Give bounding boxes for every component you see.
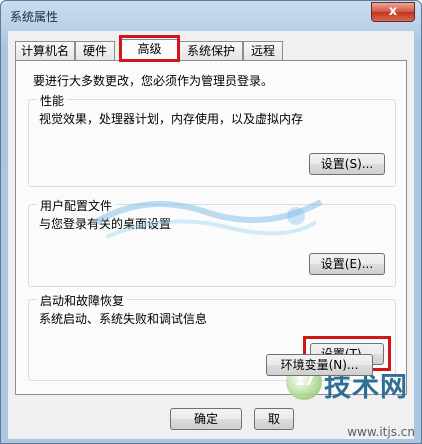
- admin-notice: 要进行大多数更改，您必须作为管理员登录。: [33, 74, 274, 88]
- tab-computer-name[interactable]: 计算机名: [15, 41, 75, 60]
- ok-button[interactable]: 确定: [170, 408, 242, 430]
- tab-hardware[interactable]: 硬件: [75, 41, 115, 60]
- system-properties-window: 系统属性 x 计算机名 硬件 高级 系统保护 远程 要进行大多数更改，您必须作为…: [0, 0, 422, 444]
- title-bar[interactable]: 系统属性 x: [1, 1, 421, 31]
- close-button[interactable]: x: [371, 2, 415, 22]
- startup-recovery-description: 系统启动、系统失败和调试信息: [39, 312, 208, 326]
- watermark-site-url: www.itjs.cn: [347, 425, 415, 439]
- performance-settings-button[interactable]: 设置(S)...: [309, 153, 385, 175]
- close-icon: x: [388, 4, 398, 19]
- highlight-box-advanced-tab: [119, 35, 180, 62]
- performance-title: 性能: [37, 92, 68, 109]
- tab-remote[interactable]: 远程: [243, 41, 283, 60]
- startup-recovery-title: 启动和故障恢复: [37, 292, 128, 309]
- tab-system-protection[interactable]: 系统保护: [179, 41, 243, 60]
- window-title: 系统属性: [10, 10, 59, 24]
- tab-label: 硬件: [82, 44, 107, 58]
- watermark-graphic: [94, 199, 323, 239]
- performance-description: 视觉效果，处理器计划，内存使用，以及虚拟内存: [39, 112, 304, 126]
- tab-label: 系统保护: [186, 44, 235, 58]
- user-profiles-settings-button[interactable]: 设置(E)...: [309, 253, 385, 275]
- performance-group: 性能 视觉效果，处理器计划，内存使用，以及虚拟内存 设置(S)...: [28, 92, 396, 187]
- environment-variables-button[interactable]: 环境变量(N)...: [266, 354, 373, 376]
- tab-label: 远程: [250, 44, 275, 58]
- tab-label: 计算机名: [20, 44, 69, 58]
